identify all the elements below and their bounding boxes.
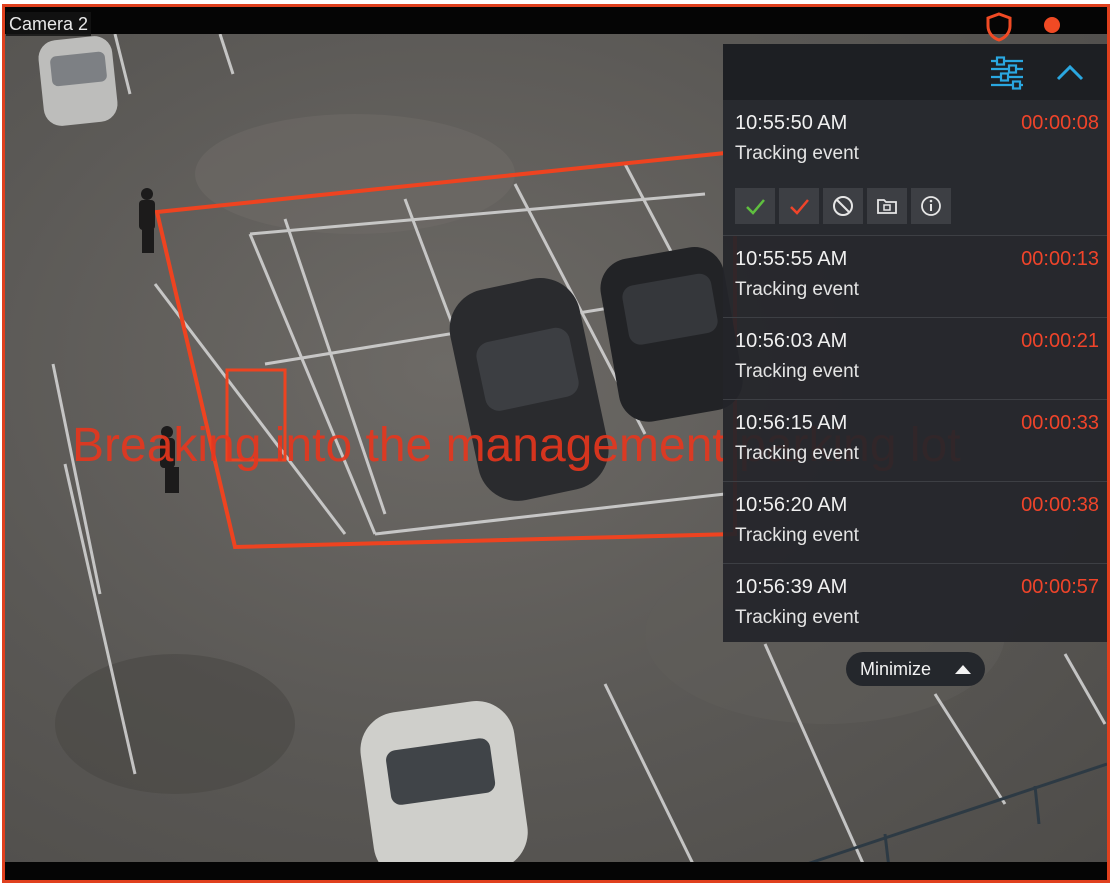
event-type: Tracking event: [735, 525, 859, 546]
event-item[interactable]: 10:56:03 AM Tracking event 00:00:21: [723, 318, 1107, 400]
event-duration: 00:00:21: [1021, 330, 1099, 352]
event-type: Tracking event: [735, 607, 859, 628]
event-time: 10:56:03 AM: [735, 330, 848, 352]
event-duration: 00:00:33: [1021, 412, 1099, 434]
archive-button[interactable]: [867, 188, 907, 224]
event-item[interactable]: 10:56:15 AM Tracking event 00:00:33: [723, 400, 1107, 482]
camera-top-bar: [5, 7, 1107, 34]
events-panel-header: [723, 44, 1107, 100]
event-type: Tracking event: [735, 279, 859, 300]
shield-icon[interactable]: [985, 12, 1013, 42]
info-icon: [921, 196, 941, 216]
event-type: Tracking event: [735, 443, 859, 464]
minimize-button[interactable]: Minimize: [846, 652, 985, 686]
event-time: 10:55:50 AM: [735, 112, 848, 134]
event-item[interactable]: 10:56:20 AM Tracking event 00:00:38: [723, 482, 1107, 564]
confirm-alarm-button[interactable]: [735, 188, 775, 224]
event-duration: 00:00:57: [1021, 576, 1099, 598]
minimize-label: Minimize: [860, 659, 932, 679]
chevron-up-icon[interactable]: [1053, 56, 1087, 90]
info-button[interactable]: [911, 188, 951, 224]
filter-sliders-icon[interactable]: [989, 56, 1025, 90]
event-type: Tracking event: [735, 143, 859, 164]
event-actions: [735, 188, 951, 224]
event-duration: 00:00:13: [1021, 248, 1099, 270]
camera-title: Camera 2: [6, 12, 92, 36]
ban-icon: [833, 196, 853, 216]
event-time: 10:55:55 AM: [735, 248, 848, 270]
event-item[interactable]: 10:55:55 AM Tracking event 00:00:13: [723, 236, 1107, 318]
event-item[interactable]: 10:55:50 AM Tracking event 00:00:08: [723, 100, 1107, 236]
event-time: 10:56:20 AM: [735, 494, 848, 516]
events-panel: 10:55:50 AM Tracking event 00:00:08 10:5…: [723, 44, 1107, 642]
false-alarm-button[interactable]: [823, 188, 863, 224]
folder-camera-icon: [877, 199, 897, 214]
event-type: Tracking event: [735, 361, 859, 382]
event-item[interactable]: 10:56:39 AM Tracking event 00:00:57: [723, 564, 1107, 646]
triangle-up-icon: [955, 665, 971, 674]
check-red-icon: [790, 199, 809, 215]
record-dot-icon: [1044, 17, 1060, 33]
event-duration: 00:00:38: [1021, 494, 1099, 516]
event-time: 10:56:15 AM: [735, 412, 848, 434]
event-time: 10:56:39 AM: [735, 576, 848, 598]
camera-bottom-bar: [5, 862, 1107, 880]
confirm-alarm-red-button[interactable]: [779, 188, 819, 224]
check-icon: [746, 199, 765, 215]
event-duration: 00:00:08: [1021, 112, 1099, 134]
